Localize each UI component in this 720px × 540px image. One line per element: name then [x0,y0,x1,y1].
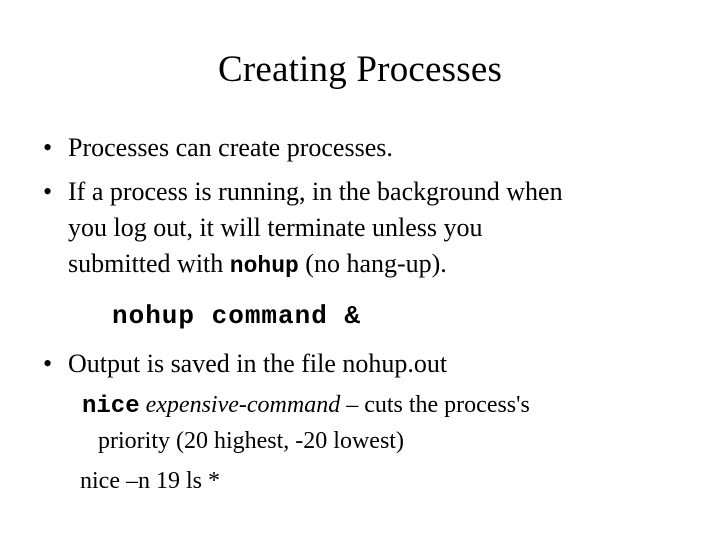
bullet-text-background-nohup-line1: If a process is running, in the backgrou… [68,177,563,206]
nohup-command-inline: nohup [229,253,299,279]
nice-description: – cuts the process's [340,392,530,418]
bullet-text-processes-create: Processes can create processes. [68,133,393,162]
nice-command-inline: nice [82,393,140,420]
line3-prefix: submitted with [68,249,230,278]
bullet-text-output-saved: Output is saved in the file nohup.out [68,349,448,378]
page-title: Creating Processes [217,49,503,90]
bullet-icon: • [43,133,53,162]
slide-canvas: Creating Processes • Processes can creat… [0,0,720,540]
list-item: • Output is saved in the file nohup.out [0,346,720,382]
bullet-icon: • [43,349,53,378]
nice-argument-placeholder: expensive-command [145,392,341,418]
line3-suffix: (no hang-up). [298,249,447,278]
nice-example-command: nice –n 19 ls * [80,468,220,494]
bullet-text-background-nohup-line3: submitted with nohup (no hang-up). [0,246,720,284]
bullet-text-background-nohup-line2: you log out, it will terminate unless yo… [68,213,483,242]
list-item: • Processes can create processes. [0,130,720,166]
nice-usage-line: nice expensive-command – cuts the proces… [0,388,720,424]
nice-priority-range: priority (20 highest, -20 lowest) [98,428,404,454]
slide-body: • Processes can create processes. • If a… [0,130,720,498]
command-example-nohup: nohup command & [112,301,362,331]
list-item: • If a process is running, in the backgr… [0,174,720,210]
bullet-icon: • [43,177,53,206]
